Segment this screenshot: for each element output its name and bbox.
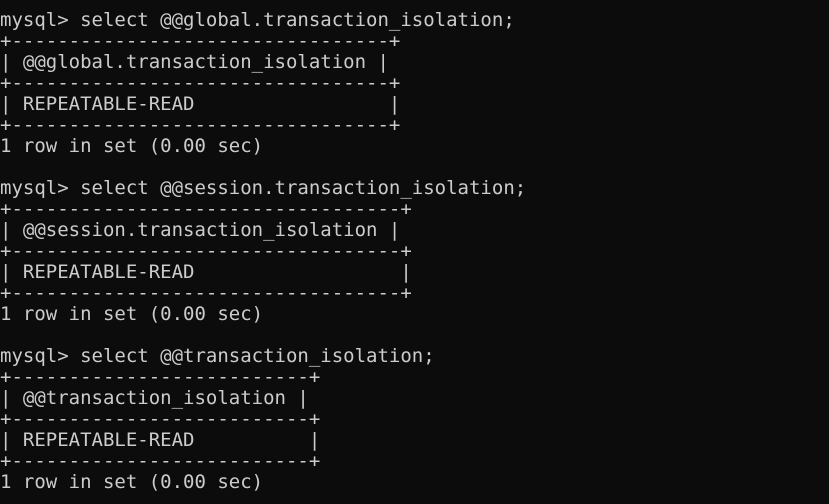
table-border: +--------------------------+ [0, 408, 321, 430]
result-summary: 1 row in set (0.00 sec) [0, 471, 264, 493]
result-summary: 1 row in set (0.00 sec) [0, 303, 264, 325]
table-border: +--------------------------+ [0, 450, 321, 472]
table-header: | @@transaction_isolation | [0, 387, 309, 409]
command-line: mysql> select @@session.transaction_isol… [0, 177, 527, 199]
table-border: +--------------------------+ [0, 366, 321, 388]
table-border: +---------------------------------+ [0, 114, 401, 136]
table-header: | @@global.transaction_isolation | [0, 51, 389, 73]
table-row: | REPEATABLE-READ | [0, 261, 412, 283]
table-header: | @@session.transaction_isolation | [0, 219, 401, 241]
table-border: +---------------------------------+ [0, 72, 401, 94]
table-border: +---------------------------------+ [0, 30, 401, 52]
table-border: +----------------------------------+ [0, 240, 412, 262]
table-border: +----------------------------------+ [0, 198, 412, 220]
command-line: mysql> select @@global.transaction_isola… [0, 9, 515, 31]
table-row: | REPEATABLE-READ | [0, 429, 321, 451]
table-row: | REPEATABLE-READ | [0, 93, 401, 115]
command-line: mysql> select @@transaction_isolation; [0, 345, 435, 367]
terminal-window[interactable]: mysql> select @@global.transaction_isola… [0, 0, 829, 504]
table-border: +----------------------------------+ [0, 282, 412, 304]
result-summary: 1 row in set (0.00 sec) [0, 135, 264, 157]
